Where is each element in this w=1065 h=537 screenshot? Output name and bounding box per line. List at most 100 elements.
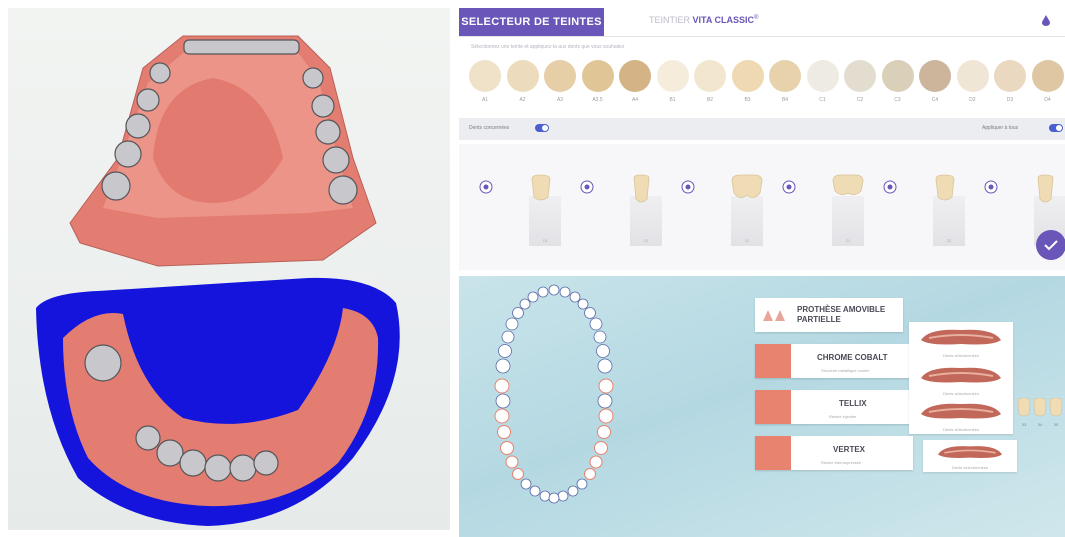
shade-badge-icon[interactable] xyxy=(883,180,897,194)
product-card-vertex[interactable]: VERTEX Résine thermopressée xyxy=(755,436,913,470)
tab-vita-classic[interactable]: TEINTIER VITA CLASSIC® xyxy=(649,15,758,25)
drop-icon[interactable] xyxy=(1042,15,1050,26)
small-tooth-label: 34 xyxy=(1037,422,1043,427)
product-title: VERTEX xyxy=(833,445,866,454)
denture-icon xyxy=(921,403,1001,419)
product-title: PROTHÈSE AMOVIBLE xyxy=(797,305,886,314)
denture-thumbnail[interactable]: Dents sélectionnées xyxy=(909,322,1013,360)
tooth-ring xyxy=(495,284,613,374)
tooth-model-icon xyxy=(935,174,955,201)
denture-icon xyxy=(938,446,1002,458)
shade-label: B3 xyxy=(744,97,751,103)
shade-badge-icon[interactable] xyxy=(479,180,493,194)
product-title: CHROME COBALT xyxy=(817,353,888,362)
product-card-chrome-cobalt[interactable]: CHROME COBALT Structure métallique coulé… xyxy=(755,344,913,378)
tab-bar: SELECTEUR DE TEINTES TEINTIER VITA CLASS… xyxy=(459,8,1065,37)
check-icon xyxy=(1044,240,1058,251)
product-card-tellix[interactable]: TELLIX Résine injectée xyxy=(755,390,913,424)
tooth-number: 12 xyxy=(643,238,649,243)
denture-icon xyxy=(921,367,1001,383)
shade-swatch-b3[interactable] xyxy=(731,60,764,92)
affected-teeth-label: Dents concernées xyxy=(469,125,510,131)
shade-label: C4 xyxy=(931,97,939,103)
shade-label: A1 xyxy=(481,97,489,103)
shade-swatch-b2[interactable] xyxy=(694,60,726,92)
registered-mark: ® xyxy=(754,15,759,21)
shade-label: D4 xyxy=(1044,97,1051,103)
product-choice-panel: PROTHÈSE AMOVIBLE PARTIELLE CHROME COBAL… xyxy=(459,276,1065,537)
affected-teeth-toggle[interactable] xyxy=(535,124,549,132)
product-card-partial-denture[interactable]: PROTHÈSE AMOVIBLE PARTIELLE xyxy=(755,298,903,332)
thumbnail-caption: Dents sélectionnées xyxy=(942,353,980,358)
shade-swatch-d3[interactable] xyxy=(994,60,1026,92)
tab-vita-classic-brand: VITA CLASSIC xyxy=(692,15,755,25)
shade-swatch-d2[interactable] xyxy=(956,60,989,92)
denture-icon xyxy=(921,329,1001,345)
small-tooth-icon xyxy=(1017,398,1031,417)
tooth-number: 21 xyxy=(845,238,851,243)
partial-denture-icon xyxy=(763,310,785,321)
vertex-icon xyxy=(755,436,791,470)
shade-badge-icon[interactable] xyxy=(580,180,594,194)
tooth-model-icon xyxy=(731,174,763,198)
denture-thumbnail[interactable]: Dents sélectionnées xyxy=(909,396,1013,434)
thumbnail-caption: Dents sélectionnées xyxy=(942,427,980,432)
shade-label: A2 xyxy=(519,97,526,103)
apply-all-label: Appliquer à tous xyxy=(982,125,1019,131)
shade-swatch-a1[interactable] xyxy=(469,60,501,92)
shade-swatch-c3[interactable] xyxy=(881,60,914,92)
small-tooth-icon xyxy=(1049,398,1063,417)
options-bar: Dents concernées Appliquer à tous xyxy=(459,118,1065,140)
shade-badge-icon[interactable] xyxy=(681,180,695,194)
apply-all-toggle[interactable] xyxy=(1049,124,1063,132)
shade-swatch-a4[interactable] xyxy=(619,60,651,92)
shade-label: A3.5 xyxy=(592,97,603,103)
shade-selector-panel: SELECTEUR DE TEINTES TEINTIER VITA CLASS… xyxy=(459,8,1065,270)
shade-label: A4 xyxy=(631,97,639,103)
shade-badge-icon[interactable] xyxy=(782,180,796,194)
small-tooth-icon xyxy=(1033,398,1047,417)
shade-swatch-d4[interactable] xyxy=(1031,60,1064,92)
product-subtitle: Résine thermopressée xyxy=(821,460,862,465)
tooth-model-icon xyxy=(1037,174,1054,203)
confirm-button[interactable] xyxy=(1036,230,1065,260)
shade-label: D3 xyxy=(1006,97,1014,103)
shade-swatch-a3-5[interactable] xyxy=(581,60,614,92)
tooth-model-icon xyxy=(633,174,650,203)
shade-swatch-a3[interactable] xyxy=(544,60,576,92)
denture-thumbnail[interactable]: Dents sélectionnées xyxy=(923,440,1017,472)
shade-swatch-a2[interactable] xyxy=(506,60,539,92)
selected-teeth xyxy=(494,378,614,480)
shade-swatch-b1[interactable] xyxy=(656,60,689,92)
tooth-model-icon xyxy=(832,174,864,195)
thumbnail-caption: Dents sélectionnées xyxy=(951,465,989,470)
tooth-number: 11 xyxy=(744,238,750,243)
scan-3d-viewport[interactable] xyxy=(8,8,450,530)
tab-shade-selector[interactable]: SELECTEUR DE TEINTES xyxy=(459,8,604,36)
small-tooth-label: 35 xyxy=(1053,422,1059,427)
shade-label: B2 xyxy=(706,97,714,103)
product-title-line2: PARTIELLE xyxy=(797,315,841,324)
tooth-model-icon xyxy=(531,174,551,201)
product-subtitle: Structure métallique coulée xyxy=(821,368,870,373)
shade-label: C3 xyxy=(894,97,901,103)
tooth-number: 13 xyxy=(542,238,548,243)
denture-thumbnail[interactable]: Dents sélectionnées xyxy=(909,360,1013,398)
tab-vita-classic-prefix: TEINTIER xyxy=(649,15,691,25)
shade-swatch-c2[interactable] xyxy=(844,60,876,92)
tooth-number: 22 xyxy=(946,238,952,243)
dental-scan-model xyxy=(36,35,400,526)
shade-swatch-b4[interactable] xyxy=(769,60,801,92)
shade-badge-icon[interactable] xyxy=(984,180,998,194)
chrome-cobalt-icon xyxy=(755,344,791,378)
product-subtitle: Résine injectée xyxy=(829,414,857,419)
shade-swatch-c4[interactable] xyxy=(919,60,951,92)
small-tooth-label: 33 xyxy=(1021,422,1027,427)
shade-label: C2 xyxy=(856,97,864,103)
shade-label: D2 xyxy=(969,97,976,103)
shade-label: B1 xyxy=(669,97,676,103)
dental-chart[interactable] xyxy=(479,280,629,512)
shade-swatch-c1[interactable] xyxy=(806,60,839,92)
instruction-text: Sélectionnez une teinte et appliquez-la … xyxy=(471,44,625,50)
shade-label: A3 xyxy=(556,97,564,103)
